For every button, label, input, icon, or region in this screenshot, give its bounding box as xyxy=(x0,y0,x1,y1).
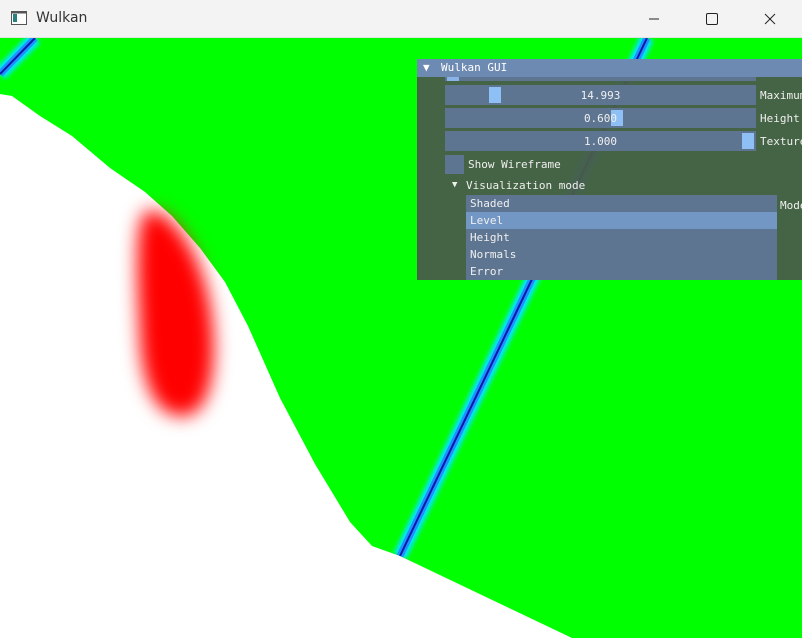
list-item-level[interactable]: Level xyxy=(466,212,777,229)
close-icon xyxy=(764,13,776,25)
app-window: Wulkan ▼ Wulkan GUI 14.993 Maximum 0.600… xyxy=(0,0,802,638)
window-title: Wulkan xyxy=(36,10,88,26)
maximize-button[interactable] xyxy=(683,0,741,38)
maximize-icon xyxy=(706,13,718,25)
slider-value: 0.600 xyxy=(583,112,618,125)
slider-value: 1.000 xyxy=(583,135,618,148)
partially-hidden-widget-grab[interactable] xyxy=(447,77,459,81)
show-wireframe-label[interactable]: Show Wireframe xyxy=(468,158,561,171)
slider-label: Maximum xyxy=(760,89,802,102)
list-item-height[interactable]: Height xyxy=(466,229,777,246)
slider-value: 14.993 xyxy=(580,89,621,102)
list-item-error[interactable]: Error xyxy=(466,263,777,280)
window-icon xyxy=(11,11,27,25)
minimize-icon xyxy=(649,18,659,20)
partially-hidden-widget[interactable] xyxy=(445,77,756,81)
wulkan-gui-panel[interactable]: ▼ Wulkan GUI 14.993 Maximum 0.600 Height… xyxy=(417,59,802,280)
minimize-button[interactable] xyxy=(625,0,683,38)
show-wireframe-checkbox[interactable] xyxy=(445,155,464,174)
mode-listbox[interactable]: Shaded Level Height Normals Error xyxy=(466,195,777,280)
list-item-label: Error xyxy=(470,265,504,278)
list-item-shaded[interactable]: Shaded xyxy=(466,195,777,212)
visualization-mode-node[interactable]: Visualization mode xyxy=(466,179,585,192)
list-item-label: Normals xyxy=(470,248,517,261)
list-item-label: Level xyxy=(470,214,504,227)
close-button[interactable] xyxy=(741,0,799,38)
texture-slider[interactable]: 1.000 xyxy=(445,131,756,151)
slider-label: Texture xyxy=(760,135,802,148)
height-slider[interactable]: 0.600 xyxy=(445,108,756,128)
gui-header[interactable]: ▼ Wulkan GUI xyxy=(417,59,802,77)
list-item-normals[interactable]: Normals xyxy=(466,246,777,263)
mode-label: Mode xyxy=(780,199,802,212)
list-item-label: Height xyxy=(470,231,510,244)
slider-label: Height xyxy=(760,112,800,125)
list-item-label: Shaded xyxy=(470,197,510,210)
gui-title: Wulkan GUI xyxy=(441,61,508,74)
collapse-arrow-icon[interactable]: ▼ xyxy=(423,61,430,74)
title-bar[interactable]: Wulkan xyxy=(0,0,802,38)
maximum-slider[interactable]: 14.993 xyxy=(445,85,756,105)
triangle-down-icon[interactable]: ▼ xyxy=(452,180,457,190)
